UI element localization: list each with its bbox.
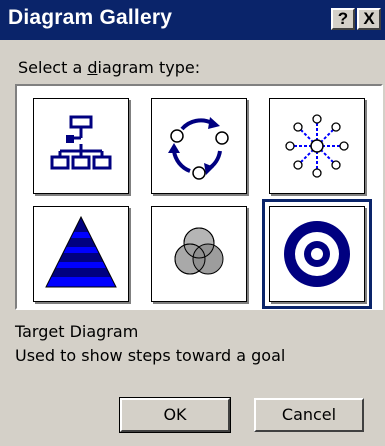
pyramid-diagram-icon bbox=[45, 215, 117, 288]
prompt-text-end: iagram type: bbox=[97, 58, 201, 77]
cycle-diagram-icon bbox=[168, 117, 229, 180]
gallery-item-radial-diagram[interactable] bbox=[269, 98, 365, 194]
gallery-item-organization-chart[interactable] bbox=[33, 98, 129, 194]
gallery-item-cycle-diagram[interactable] bbox=[151, 98, 247, 194]
target-diagram-icon bbox=[284, 221, 350, 287]
prompt-text-start: Select a bbox=[18, 58, 88, 77]
selected-diagram-name: Target Diagram bbox=[15, 322, 139, 341]
close-button[interactable]: X bbox=[357, 8, 381, 30]
gallery-item-pyramid-diagram[interactable] bbox=[33, 206, 129, 302]
ok-button-label: OK bbox=[163, 405, 187, 424]
window-title: Diagram Gallery bbox=[8, 6, 173, 29]
cancel-button[interactable]: Cancel bbox=[254, 398, 364, 432]
venn-diagram-icon bbox=[174, 227, 224, 275]
diagram-gallery-list bbox=[15, 84, 383, 310]
ok-button[interactable]: OK bbox=[119, 397, 231, 433]
radial-diagram-icon bbox=[285, 114, 349, 178]
title-bar[interactable]: Diagram Gallery ? X bbox=[0, 0, 385, 40]
selected-diagram-description: Used to show steps toward a goal bbox=[15, 346, 286, 365]
gallery-item-target-diagram[interactable] bbox=[262, 199, 372, 309]
diagram-gallery-dialog: Diagram Gallery ? X Select a diagram typ… bbox=[0, 0, 385, 446]
help-button[interactable]: ? bbox=[331, 8, 355, 30]
gallery-item-venn-diagram[interactable] bbox=[151, 206, 247, 302]
prompt-accelerator: d bbox=[87, 58, 98, 77]
diagram-type-prompt: Select a diagram type: bbox=[18, 58, 200, 77]
cancel-button-label: Cancel bbox=[281, 405, 337, 424]
org-chart-icon bbox=[50, 115, 112, 170]
